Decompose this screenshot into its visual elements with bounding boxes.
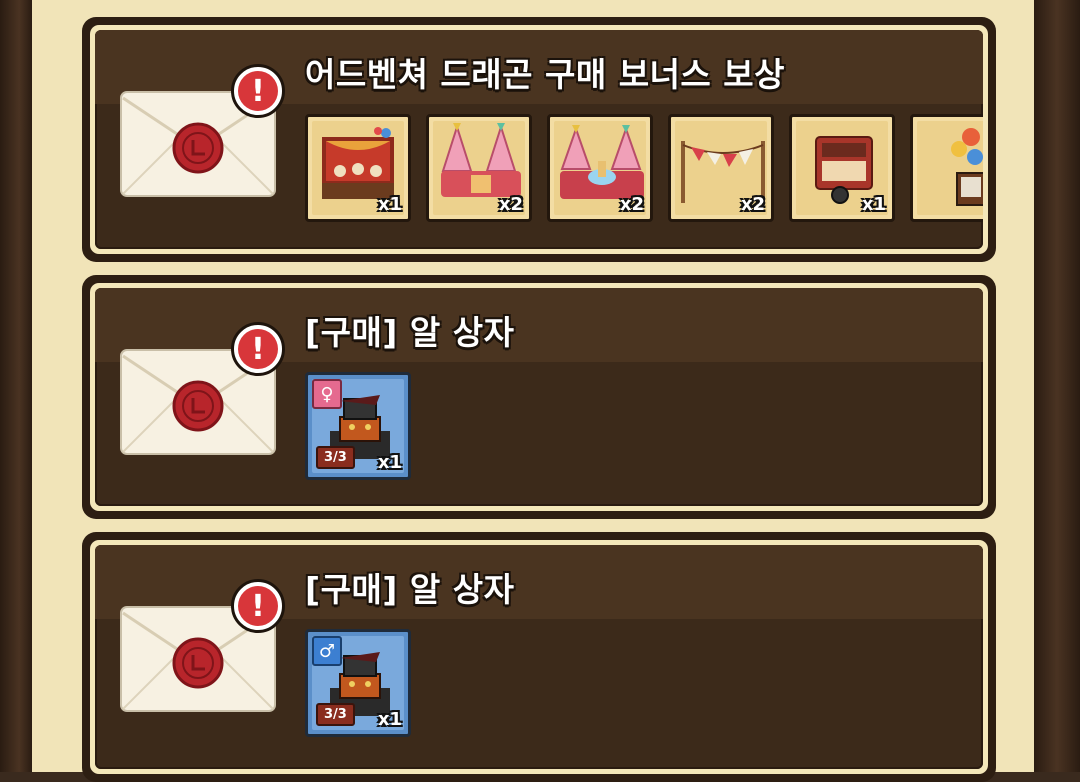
male-icon: ♂	[312, 636, 342, 666]
reward-qty: x2	[498, 194, 523, 215]
mail-card-frame: [구매] 알 상자 !	[90, 540, 988, 774]
alert-badge: !	[231, 64, 285, 118]
mail-card[interactable]: 어드벤쳐 드래곤 구매 보너스 보상 ! x1 x2 x2 x2 x1	[82, 17, 996, 262]
reward-item[interactable]: x1	[305, 114, 411, 222]
background-left	[0, 0, 32, 772]
mail-title: [구매] 알 상자	[305, 313, 515, 352]
mail-title: [구매] 알 상자	[305, 570, 515, 609]
reward-item[interactable]	[910, 114, 983, 222]
mail-card[interactable]: [구매] 알 상자 !	[82, 275, 996, 519]
alert-icon: !	[238, 329, 278, 369]
reward-qty: x2	[619, 194, 644, 215]
mail-card-frame: 어드벤쳐 드래곤 구매 보너스 보상 ! x1 x2 x2 x2 x1	[90, 25, 988, 254]
female-icon: ♀	[312, 379, 342, 409]
stage-badge: 3/3	[316, 446, 355, 469]
reward-list: ♀ 3/3 x1	[305, 372, 983, 484]
reward-item[interactable]: x2	[426, 114, 532, 222]
alert-icon: !	[238, 71, 278, 111]
reward-list: x1 x2 x2 x2 x1	[305, 114, 983, 226]
reward-qty: x1	[377, 452, 402, 473]
background-right	[1034, 0, 1080, 772]
reward-item[interactable]: ♀ 3/3 x1	[305, 372, 411, 480]
mail-card[interactable]: [구매] 알 상자 !	[82, 532, 996, 782]
mail-card-frame: [구매] 알 상자 !	[90, 283, 988, 511]
balloon-sign-decoration-icon	[951, 128, 983, 206]
mail-card-body: 어드벤쳐 드래곤 구매 보너스 보상 ! x1 x2 x2 x2 x1	[95, 30, 983, 249]
mail-card-body: [구매] 알 상자 !	[95, 545, 983, 769]
mail-card-body: [구매] 알 상자 !	[95, 288, 983, 506]
reward-item[interactable]: ♂ 3/3 x1	[305, 629, 411, 737]
reward-qty: x1	[377, 709, 402, 730]
alert-badge: !	[231, 322, 285, 376]
reward-qty: x1	[377, 194, 402, 215]
reward-list: ♂ 3/3 x1	[305, 629, 983, 741]
mail-title: 어드벤쳐 드래곤 구매 보너스 보상	[305, 55, 785, 94]
reward-qty: x1	[861, 194, 886, 215]
reward-item[interactable]: x2	[668, 114, 774, 222]
reward-item[interactable]: x1	[789, 114, 895, 222]
alert-badge: !	[231, 579, 285, 633]
stage-badge: 3/3	[316, 703, 355, 726]
alert-icon: !	[238, 586, 278, 626]
reward-qty: x2	[740, 194, 765, 215]
reward-item[interactable]: x2	[547, 114, 653, 222]
